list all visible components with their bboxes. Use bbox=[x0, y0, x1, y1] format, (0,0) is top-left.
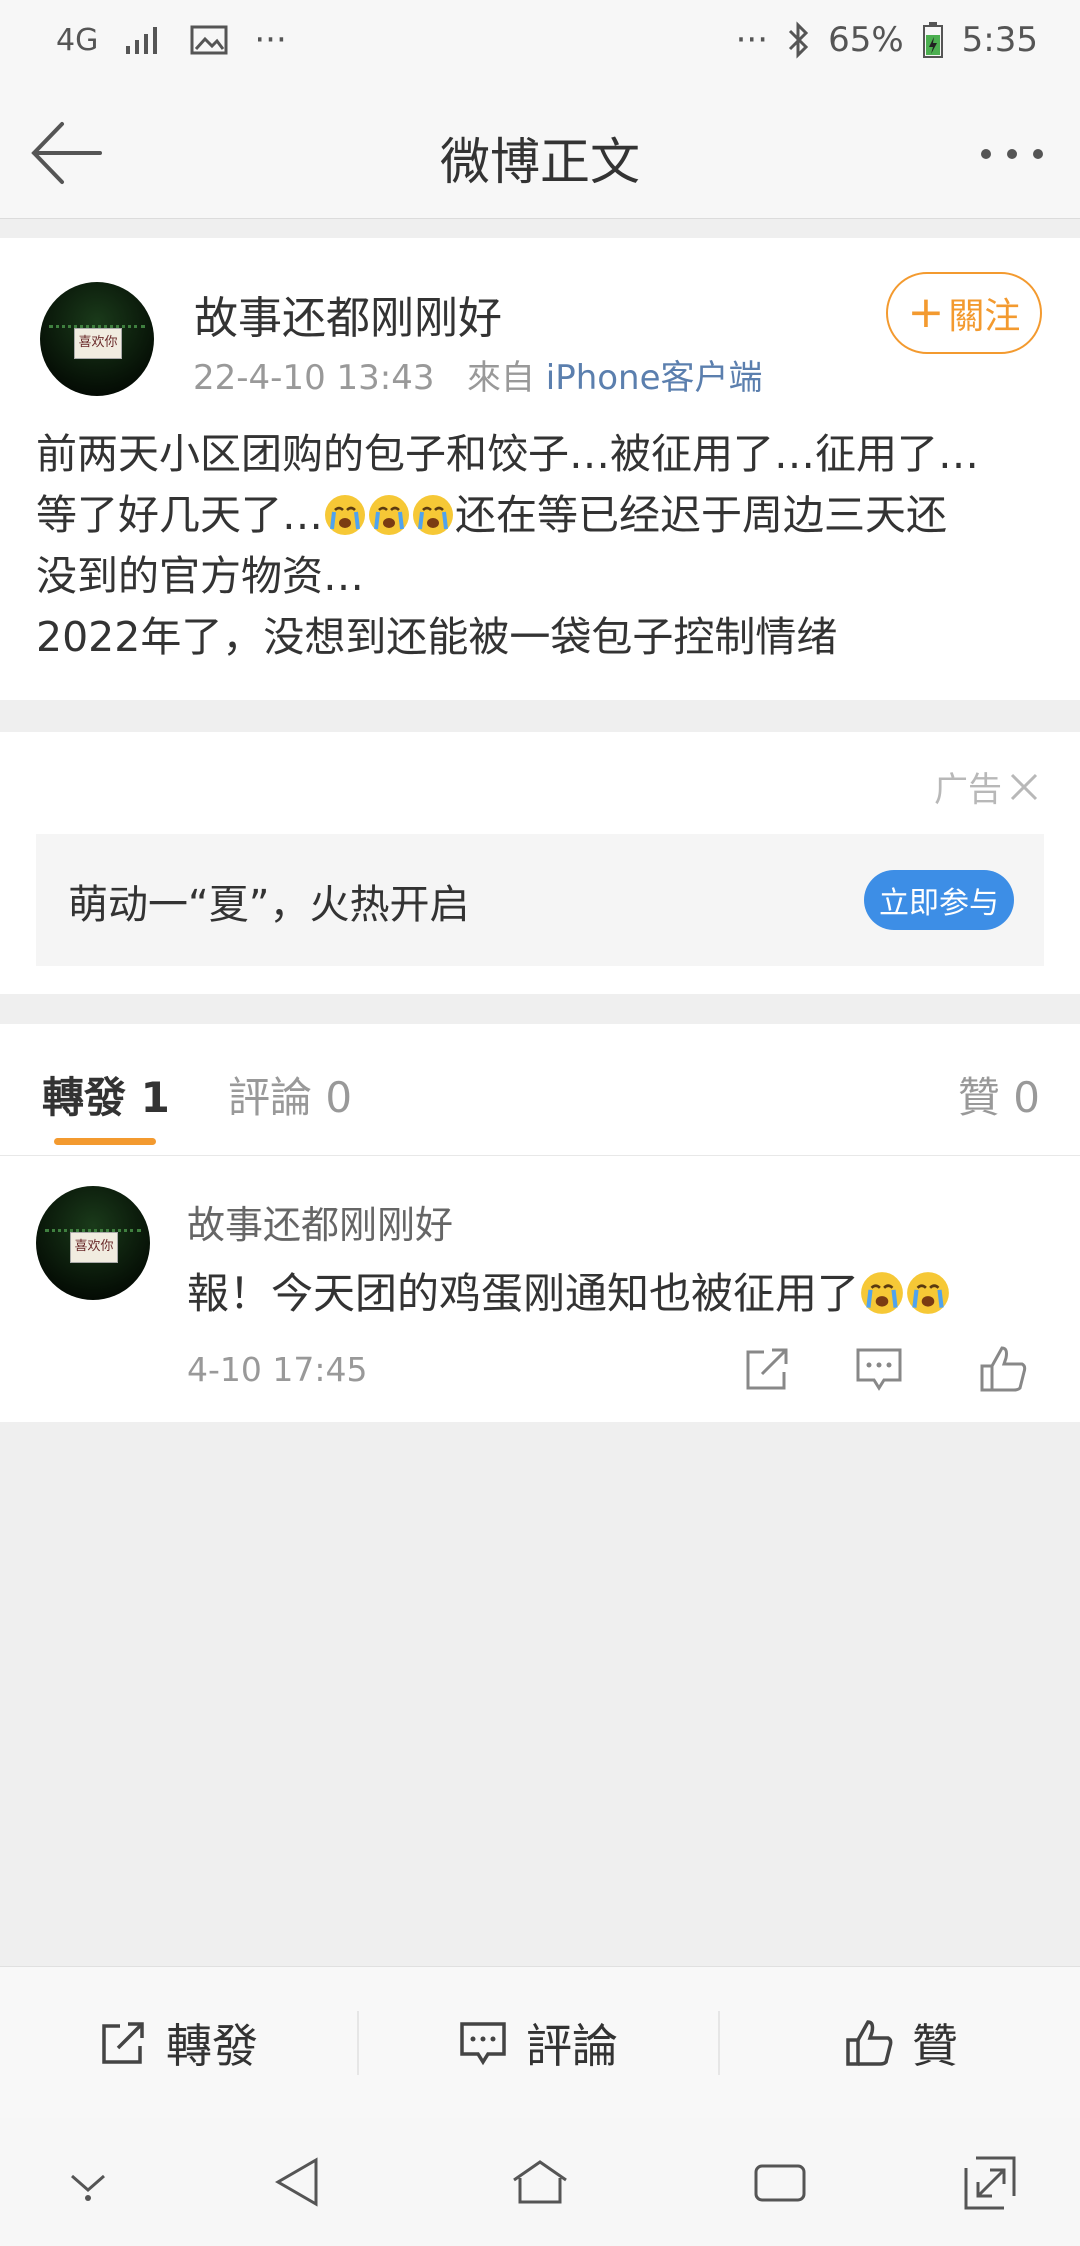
share-icon[interactable] bbox=[742, 1344, 792, 1394]
comment-icon bbox=[460, 2022, 506, 2066]
repost-text-content: 報！今天团的鸡蛋刚通知也被征用了 bbox=[187, 1269, 860, 1318]
crying-face-icon bbox=[907, 1272, 949, 1314]
post-text-line: 前两天小区团购的包子和饺子…被征用了…征用了… bbox=[36, 430, 979, 478]
bluetooth-icon bbox=[789, 21, 809, 59]
crying-face-icon bbox=[861, 1272, 903, 1314]
crying-face-icon bbox=[325, 495, 365, 535]
tab-likes[interactable]: 贊 0 bbox=[958, 1064, 1040, 1125]
divider bbox=[357, 2011, 359, 2075]
tab-reposts[interactable]: 轉發 1 bbox=[42, 1064, 170, 1125]
battery-icon bbox=[922, 22, 943, 58]
ad-card: 广告 萌动一“夏”，火热开启 立即参与 bbox=[0, 732, 1080, 994]
like-button[interactable]: 贊 bbox=[844, 1967, 958, 2119]
source-prefix: 來自 bbox=[466, 358, 535, 398]
system-navigation-bar bbox=[0, 2118, 1080, 2246]
crying-face-icon bbox=[413, 495, 453, 535]
post-time: 22-4-10 13:43 bbox=[193, 358, 435, 398]
clock: 5:35 bbox=[961, 20, 1038, 60]
repost-text: 報！今天团的鸡蛋刚通知也被征用了 bbox=[187, 1260, 951, 1321]
hide-keyboard-icon[interactable] bbox=[58, 2152, 118, 2212]
more-options-icon[interactable] bbox=[976, 142, 1048, 166]
like-label: 贊 bbox=[912, 2019, 958, 2073]
interaction-panel: 轉發 1 評論 0 贊 0 喜欢你 故事还都刚刚好 報！今天团的鸡蛋刚通知也被征… bbox=[0, 1024, 1080, 1422]
post-text-line: 没到的官方物资… bbox=[36, 552, 364, 600]
author-avatar[interactable]: 喜欢你 bbox=[40, 282, 154, 396]
repost-time: 4-10 17:45 bbox=[187, 1350, 368, 1389]
post-text-line: 2022年了，没想到还能被一袋包子控制情绪 bbox=[36, 613, 838, 661]
like-icon[interactable] bbox=[978, 1344, 1028, 1394]
active-tab-indicator bbox=[54, 1138, 156, 1145]
ad-banner[interactable]: 萌动一“夏”，火热开启 立即参与 bbox=[36, 834, 1044, 966]
image-notification-icon bbox=[190, 25, 228, 55]
post-source[interactable]: iPhone客户端 bbox=[546, 358, 763, 398]
navigation-bar: 微博正文 bbox=[0, 90, 1080, 219]
avatar-plaque: 喜欢你 bbox=[74, 327, 122, 360]
signal-icon bbox=[126, 27, 158, 54]
tabs-divider bbox=[0, 1155, 1080, 1156]
ad-label: 广告 bbox=[934, 762, 1040, 811]
ad-label-text: 广告 bbox=[934, 770, 1002, 810]
more-notifications-indicator: ··· bbox=[254, 20, 287, 60]
close-icon[interactable] bbox=[1008, 771, 1040, 803]
comment-button[interactable]: 評論 bbox=[458, 1967, 618, 2119]
post-text-segment: 还在等已经迟于周边三天还 bbox=[455, 491, 947, 539]
divider bbox=[718, 2011, 720, 2075]
crying-face-icon bbox=[369, 495, 409, 535]
post-text-segment: 等了好几天了… bbox=[36, 491, 323, 539]
repost-author-name[interactable]: 故事还都刚刚好 bbox=[187, 1194, 453, 1249]
network-indicator: 4G bbox=[56, 22, 99, 58]
post-meta: 22-4-10 13:43 來自 iPhone客户端 bbox=[193, 350, 763, 399]
follow-label: 關注 bbox=[948, 296, 1021, 337]
repost-label: 轉發 bbox=[166, 2019, 258, 2073]
tab-comments[interactable]: 評論 0 bbox=[228, 1064, 352, 1125]
repost-icon bbox=[102, 2022, 144, 2064]
bottom-action-bar: 轉發 評論 贊 bbox=[0, 1966, 1080, 2119]
status-bar: 4G ··· ··· 65% 5:35 bbox=[0, 0, 1080, 90]
join-now-button[interactable]: 立即参与 bbox=[864, 870, 1014, 930]
expand-screen-icon[interactable] bbox=[960, 2152, 1020, 2212]
recent-apps-icon[interactable] bbox=[750, 2152, 810, 2212]
battery-percentage: 65% bbox=[828, 20, 904, 60]
avatar-plaque: 喜欢你 bbox=[70, 1231, 118, 1264]
more-status-indicator: ··· bbox=[735, 20, 769, 60]
ad-banner-text: 萌动一“夏”，火热开启 bbox=[68, 882, 470, 928]
repost-author-avatar[interactable]: 喜欢你 bbox=[36, 1186, 150, 1300]
back-icon[interactable] bbox=[270, 2152, 330, 2212]
post-body: 前两天小区团购的包子和饺子…被征用了…征用了… 等了好几天了… 还在等已经迟于周边… bbox=[36, 424, 1046, 668]
plus-icon: + bbox=[907, 287, 945, 338]
home-icon[interactable] bbox=[510, 2152, 570, 2212]
follow-button[interactable]: + 關注 bbox=[886, 272, 1042, 354]
comment-icon[interactable] bbox=[854, 1344, 904, 1394]
post-card: 喜欢你 故事还都刚刚好 22-4-10 13:43 來自 iPhone客户端 +… bbox=[0, 238, 1080, 700]
author-name[interactable]: 故事还都刚刚好 bbox=[194, 282, 502, 346]
page-title: 微博正文 bbox=[440, 133, 640, 191]
comment-label: 評論 bbox=[526, 2019, 618, 2073]
repost-button[interactable]: 轉發 bbox=[98, 1967, 258, 2119]
like-icon bbox=[846, 2020, 893, 2066]
post-text-line: 等了好几天了… 还在等已经迟于周边三天还 bbox=[36, 485, 1046, 546]
